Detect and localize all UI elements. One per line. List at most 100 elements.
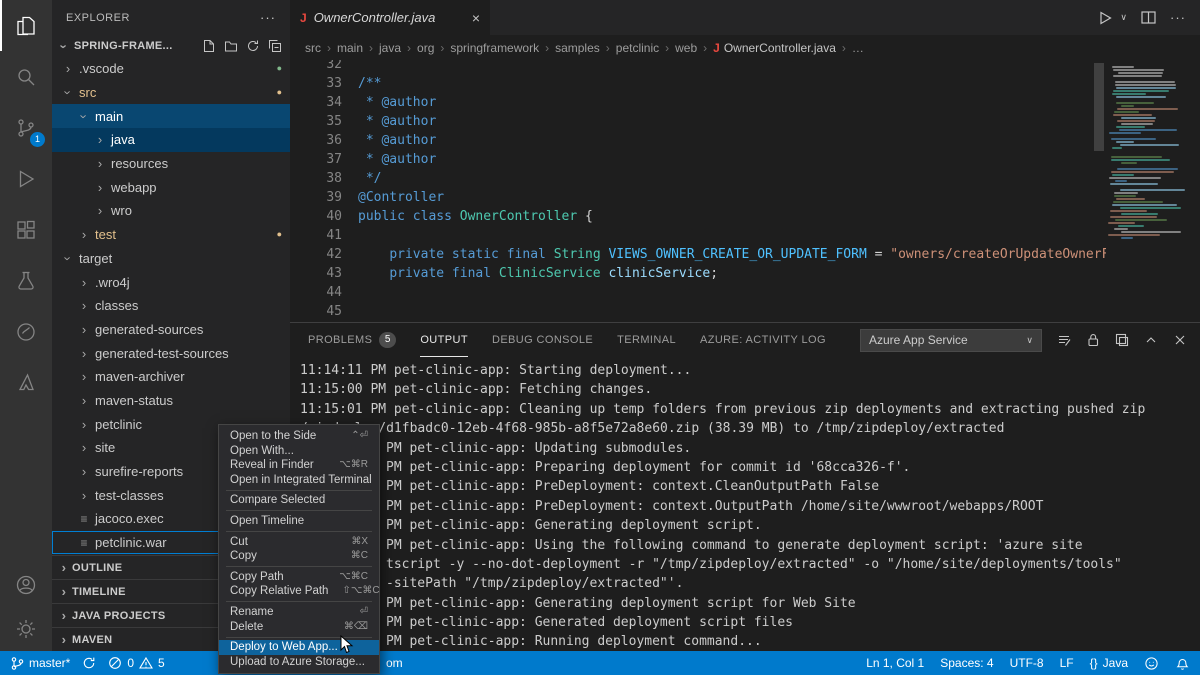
eol-sequence[interactable]: LF [1060, 656, 1074, 670]
panel-tab-terminal[interactable]: TERMINAL [617, 323, 676, 357]
explorer-more-icon[interactable]: ··· [260, 10, 276, 25]
tree-item-wro4j[interactable]: › .wro4j [52, 270, 290, 294]
breadcrumb-item-springframework[interactable]: springframework [450, 41, 539, 55]
maximize-panel-icon[interactable] [1143, 332, 1159, 348]
tree-item-src[interactable]: › src ● [52, 81, 290, 105]
git-branch-status[interactable]: master* [10, 656, 70, 671]
close-panel-icon[interactable] [1172, 332, 1188, 348]
minimap-line [1121, 123, 1153, 125]
tree-item-classes[interactable]: › classes [52, 294, 290, 318]
tree-item-main[interactable]: › main [52, 104, 290, 129]
new-folder-icon[interactable] [224, 39, 238, 53]
tree-item-maven-archiver[interactable]: › maven-archiver [52, 365, 290, 389]
code-editor[interactable]: 32 33/** 34 * @author 35 * @author 36 * @aut… [290, 60, 1200, 322]
menu-item-cut[interactable]: Cut ⌘X [219, 535, 379, 550]
panel-tab-problems[interactable]: PROBLEMS 5 [308, 323, 397, 357]
code-line-40: 40 public class OwnerController { [290, 207, 1200, 226]
lock-icon[interactable] [1085, 332, 1101, 348]
tree-item-target[interactable]: › target [52, 247, 290, 271]
tree-item-generated-test-sources[interactable]: › generated-test-sources [52, 341, 290, 365]
extensions-icon[interactable] [0, 204, 52, 255]
menu-item-open-in-integrated-terminal[interactable]: Open in Integrated Terminal [219, 473, 379, 488]
test-explorer-icon[interactable] [0, 255, 52, 306]
panel-tab-azure-activity-log[interactable]: AZURE: ACTIVITY LOG [700, 323, 826, 357]
indentation[interactable]: Spaces: 4 [940, 656, 993, 670]
open-in-editor-icon[interactable] [1114, 332, 1130, 348]
collapse-all-icon[interactable] [268, 39, 282, 53]
tree-item-generated-sources[interactable]: › generated-sources [52, 318, 290, 342]
menu-item-open-timeline[interactable]: Open Timeline [219, 514, 379, 529]
run-debug-icon[interactable] [0, 153, 52, 204]
azure-icon[interactable] [0, 357, 52, 408]
menu-item-upload-to-azure-storage[interactable]: Upload to Azure Storage... [219, 655, 379, 670]
output-channel-dropdown[interactable]: Azure App Service ∨ [860, 328, 1042, 352]
tree-item-wro[interactable]: › wro [52, 199, 290, 223]
cursor-position[interactable]: Ln 1, Col 1 [866, 656, 924, 670]
menu-item-shortcut: ⏎ [359, 605, 368, 617]
sync-status[interactable] [82, 656, 96, 670]
breadcrumb-separator: › [440, 40, 445, 55]
menu-item-reveal-in-finder[interactable]: Reveal in Finder ⌥⌘R [219, 458, 379, 473]
breadcrumb-item-main[interactable]: main [337, 41, 363, 55]
menu-item-open-to-the-side[interactable]: Open to the Side ⌃⏎ [219, 429, 379, 444]
language-mode[interactable]: {} Java [1090, 656, 1128, 670]
editor-more-icon[interactable]: ··· [1170, 10, 1186, 25]
chevron-right-icon: › [81, 274, 87, 290]
notifications-bell-icon[interactable] [1175, 656, 1190, 671]
breadcrumb-item-samples[interactable]: samples [555, 41, 600, 55]
line-number: 37 [326, 152, 342, 167]
panel-tab-debug-console[interactable]: DEBUG CONSOLE [492, 323, 593, 357]
chevron-down-icon[interactable]: ∨ [1120, 12, 1127, 23]
menu-item-open-with[interactable]: Open With... [219, 444, 379, 459]
new-file-icon[interactable] [202, 39, 216, 53]
tree-item-vscode[interactable]: › .vscode ● [52, 57, 290, 81]
tree-item-test[interactable]: › test ● [52, 223, 290, 247]
tree-item-webapp[interactable]: › webapp [52, 175, 290, 199]
tree-item-label: webapp [111, 179, 157, 195]
search-icon[interactable] [0, 51, 52, 102]
minimap-line [1116, 168, 1178, 170]
breadcrumb-more[interactable]: … [852, 41, 864, 55]
menu-item-rename[interactable]: Rename ⏎ [219, 605, 379, 620]
menu-item-deploy-to-web-app[interactable]: Deploy to Web App... [219, 640, 379, 655]
tree-item-maven-status[interactable]: › maven-status [52, 389, 290, 413]
menu-item-label: Open in Integrated Terminal [230, 473, 372, 486]
breadcrumb-item-java[interactable]: java [379, 41, 401, 55]
breadcrumb-item-web[interactable]: web [675, 41, 697, 55]
minimap[interactable] [1106, 63, 1196, 313]
scrollbar-thumb[interactable] [1094, 63, 1104, 151]
menu-item-copy[interactable]: Copy ⌘C [219, 549, 379, 564]
breadcrumb-item-petclinic[interactable]: petclinic [616, 41, 659, 55]
feedback-smiley-icon[interactable] [1144, 656, 1159, 671]
tab-ownercontroller-java[interactable]: J OwnerController.java × [290, 0, 490, 35]
tree-item-java[interactable]: › java [52, 128, 290, 152]
tree-item-label: classes [95, 298, 139, 314]
encoding[interactable]: UTF-8 [1010, 656, 1044, 670]
source-control-icon[interactable]: 1 [0, 102, 52, 153]
breadcrumb-file[interactable]: J OwnerController.java [713, 41, 836, 55]
run-button[interactable] [1096, 9, 1114, 27]
menu-item-delete[interactable]: Delete ⌘⌫ [219, 620, 379, 635]
minimap-line [1112, 201, 1163, 203]
account-icon[interactable] [0, 563, 52, 607]
output-log[interactable]: 11:14:11 PM pet-clinic-app: Starting dep… [300, 361, 1200, 651]
breadcrumb-item-org[interactable]: org [417, 41, 434, 55]
menu-item-compare-selected[interactable]: Compare Selected [219, 493, 379, 508]
folder-section-header[interactable]: › SPRING-FRAME... [52, 35, 290, 57]
clear-output-icon[interactable] [1056, 332, 1072, 348]
menu-item-copy-relative-path[interactable]: Copy Relative Path ⇧⌥⌘C [219, 584, 380, 599]
menu-item-copy-path[interactable]: Copy Path ⌥⌘C [219, 570, 379, 585]
split-editor-icon[interactable] [1140, 9, 1157, 26]
code-line-32: 32 [290, 60, 1200, 74]
close-icon[interactable]: × [472, 10, 480, 26]
explorer-icon[interactable] [0, 0, 52, 51]
tree-item-resources[interactable]: › resources [52, 152, 290, 176]
panel-tab-output[interactable]: OUTPUT [420, 323, 468, 357]
refresh-icon[interactable] [246, 39, 260, 53]
problems-status[interactable]: 0 5 [108, 656, 165, 670]
menu-item-label: Delete [230, 620, 264, 633]
spring-boot-icon[interactable] [0, 306, 52, 357]
settings-gear-icon[interactable] [0, 607, 52, 651]
tree-item-label: maven-status [95, 392, 174, 408]
breadcrumb-item-src[interactable]: src [305, 41, 321, 55]
